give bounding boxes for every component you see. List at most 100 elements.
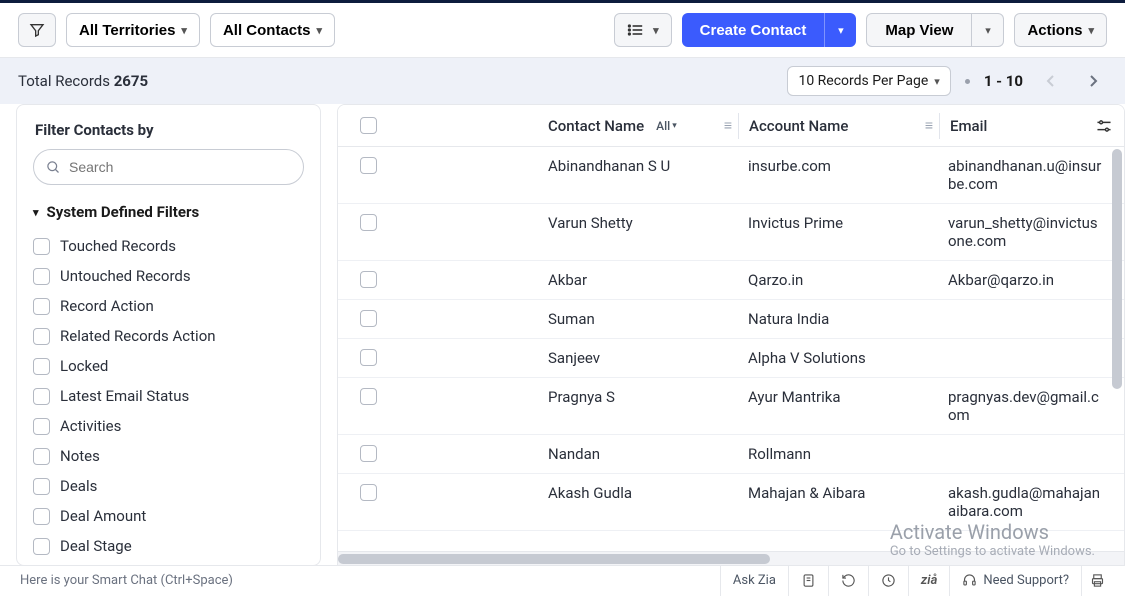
table-row[interactable]: SanjeevAlpha V Solutions [338, 339, 1124, 378]
filter-item[interactable]: Deal Amount [33, 501, 304, 531]
column-menu-icon[interactable]: ≡ [724, 117, 732, 134]
row-checkbox[interactable] [360, 388, 377, 405]
filter-label: Locked [60, 357, 108, 375]
row-checkbox[interactable] [360, 484, 377, 501]
filter-checkbox[interactable] [33, 328, 50, 345]
footer-clock-button[interactable] [868, 566, 908, 596]
horizontal-scrollbar[interactable] [338, 551, 1124, 565]
need-support-button[interactable]: Need Support? [949, 566, 1081, 596]
table-row[interactable]: NandanRollmann [338, 435, 1124, 474]
filter-item[interactable]: Touched Records [33, 231, 304, 261]
filter-item[interactable]: Deal Stage [33, 531, 304, 561]
filter-checkbox[interactable] [33, 538, 50, 555]
filter-checkbox[interactable] [33, 298, 50, 315]
list-layout-button[interactable]: ▾ [614, 13, 672, 47]
vertical-scrollbar[interactable] [1112, 149, 1122, 549]
table-row[interactable]: Akash GudlaMahajan & Aibaraakash.gudla@m… [338, 474, 1124, 531]
column-settings-button[interactable] [1084, 119, 1124, 133]
filter-item[interactable]: Untouched Records [33, 261, 304, 291]
select-all-cell [338, 117, 398, 134]
filter-item[interactable]: Notes [33, 441, 304, 471]
filter-checkbox[interactable] [33, 238, 50, 255]
footer-recent-button[interactable] [828, 566, 868, 596]
filter-checkbox[interactable] [33, 268, 50, 285]
row-checkbox[interactable] [360, 445, 377, 462]
contacts-table: Contact Name All ▾ ≡ Account Name ≡ Emai… [337, 104, 1125, 566]
records-subbar: Total Records 2675 10 Records Per Page ▾… [0, 58, 1125, 104]
filter-checkbox[interactable] [33, 358, 50, 375]
filter-item[interactable]: Record Action [33, 291, 304, 321]
row-checkbox[interactable] [360, 157, 377, 174]
filter-item[interactable]: Latest Email Status [33, 381, 304, 411]
filter-list: Touched RecordsUntouched Records Record A… [17, 227, 320, 565]
filter-label: Activities [60, 417, 121, 435]
filter-search-input[interactable] [69, 159, 291, 175]
table-row[interactable]: Abinandhanan S Uinsurbe.comabinandhanan.… [338, 147, 1124, 204]
prev-page-button[interactable] [1037, 67, 1065, 95]
ask-zia-button[interactable]: Ask Zia [720, 566, 788, 596]
column-email[interactable]: Email [940, 117, 1084, 135]
row-checkbox[interactable] [360, 310, 377, 327]
filter-checkbox[interactable] [33, 478, 50, 495]
map-view-split-button: Map View ▾ [866, 13, 1004, 47]
filter-toggle-button[interactable] [18, 13, 56, 47]
row-checkbox[interactable] [360, 271, 377, 288]
filter-checkbox[interactable] [33, 508, 50, 525]
footer-print-button[interactable] [1081, 566, 1113, 596]
footer-notes-button[interactable] [788, 566, 828, 596]
column-menu-icon[interactable]: ≡ [925, 117, 933, 134]
chevron-down-icon: ▾ [1088, 24, 1094, 37]
row-checkbox[interactable] [360, 214, 377, 231]
filter-checkbox[interactable] [33, 448, 50, 465]
filter-item[interactable]: Locked [33, 351, 304, 381]
cell-account-name: Qarzo.in [738, 271, 938, 289]
territories-dropdown[interactable]: All Territories ▾ [66, 13, 200, 47]
printer-icon [1090, 573, 1105, 588]
cell-account-name: Ayur Mantrika [738, 388, 938, 406]
list-icon [627, 23, 643, 37]
table-row[interactable]: SumanNatura India [338, 300, 1124, 339]
column-account-name[interactable]: Account Name ≡ [739, 117, 939, 135]
next-page-button[interactable] [1079, 67, 1107, 95]
filter-search[interactable] [33, 149, 304, 185]
column-contact-name[interactable]: Contact Name All ▾ ≡ [538, 117, 738, 135]
history-icon [841, 573, 856, 588]
table-row[interactable]: Varun ShettyInvictus Primevarun_shetty@i… [338, 204, 1124, 261]
filter-label: Deal Amount [60, 507, 146, 525]
funnel-icon [29, 22, 45, 38]
filter-item[interactable]: Activities [33, 411, 304, 441]
chevron-down-icon: ▾ [316, 24, 322, 37]
filter-checkbox[interactable] [33, 418, 50, 435]
filter-checkbox[interactable] [33, 388, 50, 405]
smart-chat-hint[interactable]: Here is your Smart Chat (Ctrl+Space) [12, 573, 720, 588]
name-filter-dropdown[interactable]: All ▾ [650, 118, 683, 134]
separator-dot [965, 79, 970, 84]
create-contact-dropdown[interactable]: ▾ [824, 13, 856, 47]
table-row[interactable]: Pragnya SAyur Mantrikapragnyas.dev@gmail… [338, 378, 1124, 435]
notes-icon [801, 573, 816, 588]
map-view-button[interactable]: Map View [866, 13, 972, 47]
filter-label: Latest Email Status [60, 387, 189, 405]
filter-item[interactable]: Deals [33, 471, 304, 501]
cell-contact-name: Akbar [538, 271, 738, 289]
actions-dropdown[interactable]: Actions ▾ [1014, 13, 1107, 47]
filter-group-toggle[interactable]: ▾ System Defined Filters [17, 197, 320, 227]
chevron-down-icon: ▾ [985, 24, 991, 37]
cell-contact-name: Varun Shetty [538, 214, 738, 232]
cell-contact-name: Abinandhanan S U [538, 157, 738, 175]
chevron-down-icon: ▾ [934, 75, 940, 88]
footer-zia-button[interactable]: ziå [908, 566, 949, 596]
row-checkbox[interactable] [360, 349, 377, 366]
contacts-view-dropdown[interactable]: All Contacts ▾ [210, 13, 335, 47]
table-row[interactable]: AkbarQarzo.inAkbar@qarzo.in [338, 261, 1124, 300]
table-header: Contact Name All ▾ ≡ Account Name ≡ Emai… [338, 105, 1124, 147]
sliders-icon [1096, 119, 1112, 133]
cell-account-name: Natura India [738, 310, 938, 328]
filter-label: Record Action [60, 297, 154, 315]
filter-item[interactable]: Related Records Action [33, 321, 304, 351]
create-contact-button[interactable]: Create Contact [682, 13, 825, 47]
map-view-dropdown[interactable]: ▾ [972, 13, 1004, 47]
select-all-checkbox[interactable] [360, 117, 377, 134]
headset-icon [962, 573, 977, 588]
records-per-page-dropdown[interactable]: 10 Records Per Page ▾ [787, 66, 950, 96]
